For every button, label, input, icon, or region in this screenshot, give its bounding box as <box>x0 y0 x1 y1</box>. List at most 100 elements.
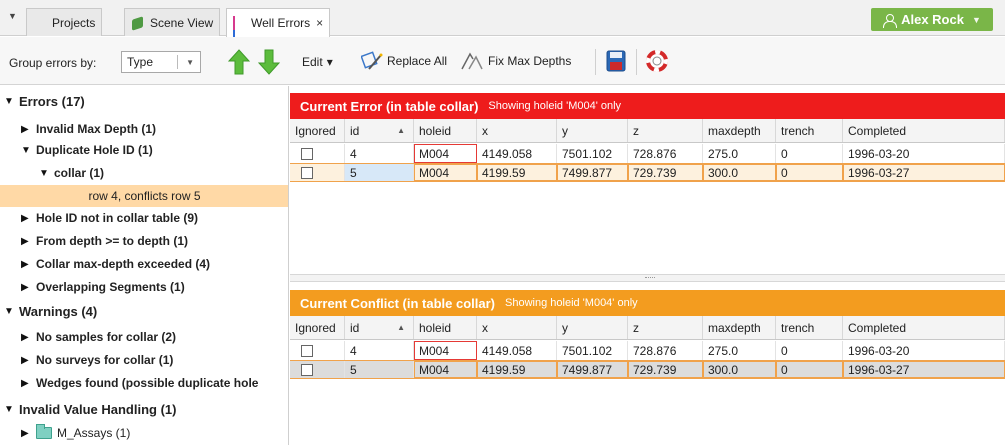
current-error-subtitle: Showing holeid 'M004' only <box>488 100 622 112</box>
ignored-checkbox[interactable] <box>301 166 313 179</box>
toolbar: Group errors by: Type ▼ Edit ▾ Replace A… <box>0 37 1005 85</box>
cell-y[interactable]: 7501.102 <box>557 341 628 360</box>
ignored-checkbox[interactable] <box>301 363 313 376</box>
cell-trench[interactable]: 0 <box>776 144 843 163</box>
cell-completed[interactable]: 1996-03-20 <box>843 144 1005 163</box>
column-header-completed[interactable]: Completed <box>843 316 1005 339</box>
help-button[interactable] <box>646 50 668 72</box>
cell-holeid[interactable]: M004 <box>414 144 477 163</box>
column-header-y[interactable]: y <box>557 316 628 339</box>
cell-maxdepth[interactable]: 275.0 <box>703 341 776 360</box>
tab-projects[interactable]: Projects <box>26 8 103 36</box>
column-header-ignored[interactable]: Ignored <box>290 316 345 339</box>
cell-completed[interactable]: 1996-03-20 <box>843 341 1005 360</box>
column-header-x[interactable]: x <box>477 119 557 142</box>
table-row[interactable]: 5 M004 4199.59 7499.877 729.739 300.0 0 1996-03… <box>290 163 1005 182</box>
close-icon[interactable]: × <box>316 16 323 30</box>
cell-ignored[interactable] <box>290 144 345 163</box>
cell-x[interactable]: 4199.59 <box>477 164 557 181</box>
cell-holeid[interactable]: M004 <box>414 341 477 360</box>
cell-id[interactable]: 4 <box>345 341 414 360</box>
cell-z[interactable]: 729.739 <box>628 164 703 181</box>
tree-item-duplicate-hole-id[interactable]: ▼ Duplicate Hole ID (1) <box>0 139 288 161</box>
table-row[interactable]: 4 M004 4149.058 7501.102 728.876 275.0 0 1996-0… <box>290 144 1005 163</box>
cell-ignored[interactable] <box>290 361 345 378</box>
tree-item-collar[interactable]: ▼ collar (1) <box>0 162 288 184</box>
cell-trench[interactable]: 0 <box>776 341 843 360</box>
cell-z[interactable]: 728.876 <box>628 341 703 360</box>
user-icon <box>883 13 898 28</box>
move-down-button[interactable] <box>257 49 281 75</box>
cell-ignored[interactable] <box>290 164 345 181</box>
tree-item-invalid-max-depth[interactable]: ▶ Invalid Max Depth (1) <box>0 118 288 140</box>
column-header-ignored[interactable]: Ignored <box>290 119 345 142</box>
cell-y[interactable]: 7501.102 <box>557 144 628 163</box>
tree-item-collar-max-depth[interactable]: ▶ Collar max-depth exceeded (4) <box>0 253 288 275</box>
tree-item-hole-id-not-in-collar[interactable]: ▶ Hole ID not in collar table (9) <box>0 207 288 229</box>
tree-item-selected-conflict[interactable]: row 4, conflicts row 5 <box>0 185 288 207</box>
tab-menu-button[interactable]: ▼ <box>8 11 17 21</box>
fix-max-depths-button[interactable]: Fix Max Depths <box>460 51 571 71</box>
save-button[interactable] <box>606 50 626 72</box>
cell-x[interactable]: 4199.59 <box>477 361 557 378</box>
column-header-z[interactable]: z <box>628 316 703 339</box>
column-header-y[interactable]: y <box>557 119 628 142</box>
edit-menu-button[interactable]: Edit ▾ <box>302 55 333 69</box>
table-row[interactable]: 4 M004 4149.058 7501.102 728.876 275.0 0 1996-0… <box>290 341 1005 360</box>
column-header-id[interactable]: id ▲ <box>345 316 414 339</box>
cell-completed[interactable]: 1996-03-27 <box>843 361 1005 378</box>
scene-cube-icon <box>131 16 145 30</box>
cell-completed[interactable]: 1996-03-27 <box>843 164 1005 181</box>
cell-trench[interactable]: 0 <box>776 164 843 181</box>
tree-item-m-assays[interactable]: ▶ M_Assays (1) <box>0 422 288 444</box>
cell-value: 1996-03-20 <box>848 343 910 358</box>
tab-scene-view[interactable]: Scene View <box>124 8 221 36</box>
replace-all-button[interactable]: Replace All <box>361 51 447 71</box>
column-header-holeid[interactable]: holeid <box>414 119 477 142</box>
column-header-maxdepth[interactable]: maxdepth <box>703 316 776 339</box>
cell-id[interactable]: 5 <box>345 164 414 181</box>
group-errors-select[interactable]: Type ▼ <box>121 51 201 73</box>
tree-item-warnings[interactable]: ▼ Warnings (4) <box>0 300 288 322</box>
cell-maxdepth[interactable]: 300.0 <box>703 361 776 378</box>
tree-item-no-surveys[interactable]: ▶ No surveys for collar (1) <box>0 349 288 371</box>
cell-holeid[interactable]: M004 <box>414 164 477 181</box>
pane-splitter[interactable] <box>290 274 1005 282</box>
cell-trench[interactable]: 0 <box>776 361 843 378</box>
column-header-label: Ignored <box>295 320 336 335</box>
cell-x[interactable]: 4149.058 <box>477 341 557 360</box>
cell-maxdepth[interactable]: 275.0 <box>703 144 776 163</box>
column-header-x[interactable]: x <box>477 316 557 339</box>
ignored-checkbox[interactable] <box>301 147 313 160</box>
column-header-maxdepth[interactable]: maxdepth <box>703 119 776 142</box>
cell-id[interactable]: 5 <box>345 361 414 378</box>
cell-id[interactable]: 4 <box>345 144 414 163</box>
ignored-checkbox[interactable] <box>301 344 313 357</box>
tab-well-errors[interactable]: Well Errors × <box>226 8 331 58</box>
tree-item-invalid-value-handling[interactable]: ▼ Invalid Value Handling (1) <box>0 398 288 420</box>
cell-y[interactable]: 7499.877 <box>557 361 628 378</box>
group-errors-value: Type <box>127 55 154 69</box>
cell-z[interactable]: 728.876 <box>628 144 703 163</box>
user-menu-button[interactable]: Alex Rock ▼ <box>871 8 993 31</box>
column-header-trench[interactable]: trench <box>776 316 843 339</box>
column-header-id[interactable]: id ▲ <box>345 119 414 142</box>
cell-z[interactable]: 729.739 <box>628 361 703 378</box>
column-header-completed[interactable]: Completed <box>843 119 1005 142</box>
tree-item-errors[interactable]: ▼ Errors (17) <box>0 90 288 112</box>
tree-item-overlapping-segments[interactable]: ▶ Overlapping Segments (1) <box>0 276 288 298</box>
cell-ignored[interactable] <box>290 341 345 360</box>
column-header-trench[interactable]: trench <box>776 119 843 142</box>
cell-maxdepth[interactable]: 300.0 <box>703 164 776 181</box>
cell-y[interactable]: 7499.877 <box>557 164 628 181</box>
cell-value: 300.0 <box>708 165 739 180</box>
cell-x[interactable]: 4149.058 <box>477 144 557 163</box>
cell-holeid[interactable]: M004 <box>414 361 477 378</box>
table-row[interactable]: 5 M004 4199.59 7499.877 729.739 300.0 0 1996-03… <box>290 360 1005 379</box>
column-header-holeid[interactable]: holeid <box>414 316 477 339</box>
move-up-button[interactable] <box>227 49 251 75</box>
tree-item-wedges[interactable]: ▶ Wedges found (possible duplicate hole <box>0 372 288 394</box>
tree-item-from-depth[interactable]: ▶ From depth >= to depth (1) <box>0 230 288 252</box>
tree-item-no-samples[interactable]: ▶ No samples for collar (2) <box>0 326 288 348</box>
column-header-z[interactable]: z <box>628 119 703 142</box>
